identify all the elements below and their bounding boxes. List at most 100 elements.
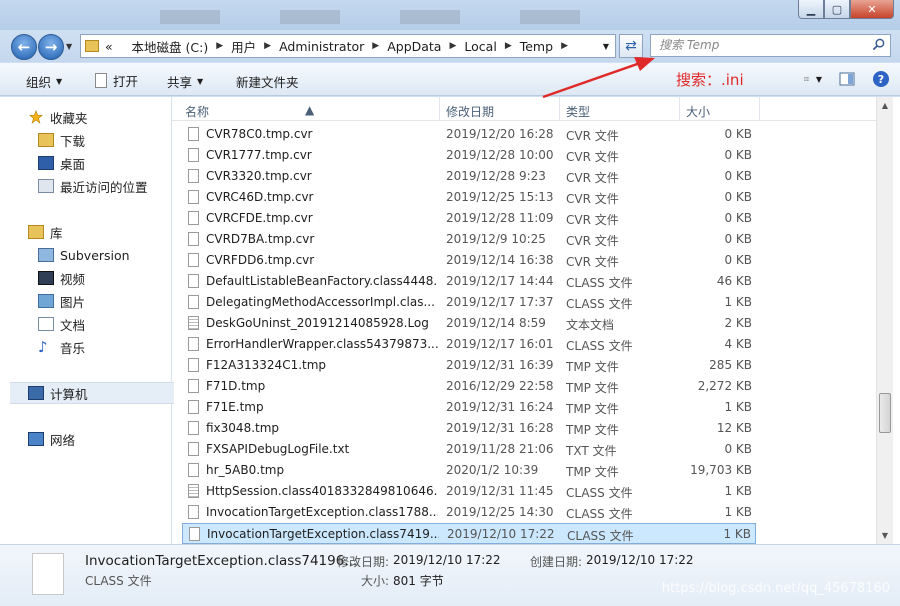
file-row[interactable]: CVRC46D.tmp.cvr 2019/12/25 15:13 CVR 文件 0 K… xyxy=(182,187,756,208)
minimize-button[interactable]: ▁ xyxy=(798,0,824,19)
nav-computer[interactable]: 计算机 xyxy=(10,382,174,404)
view-options-button[interactable]: ▼ xyxy=(804,70,822,88)
column-size[interactable]: 大小 xyxy=(686,103,710,120)
share-button[interactable]: 共享 ▼ xyxy=(167,72,203,91)
file-name: CVR3320.tmp.cvr xyxy=(206,169,312,183)
nav-desktop[interactable]: 桌面 xyxy=(38,152,85,174)
column-divider[interactable] xyxy=(559,97,560,121)
nav-subversion-label: Subversion xyxy=(60,247,130,263)
nav-music-label: 音乐 xyxy=(60,340,86,356)
file-date: 2019/12/9 10:25 xyxy=(446,232,546,246)
forward-button[interactable]: → xyxy=(38,34,64,60)
search-icon[interactable] xyxy=(872,38,885,51)
file-row[interactable]: CVRFDD6.tmp.cvr 2019/12/14 16:38 CVR 文件 0 K… xyxy=(182,250,756,271)
file-row[interactable]: DelegatingMethodAccessorImpl.clas... 2019… xyxy=(182,292,756,313)
nav-recent[interactable]: 最近访问的位置 xyxy=(38,175,148,197)
file-icon xyxy=(188,295,199,309)
file-date: 2019/12/17 16:01 xyxy=(446,337,554,351)
new-folder-button[interactable]: 新建文件夹 xyxy=(236,72,299,91)
file-row[interactable]: F71D.tmp 2016/12/29 22:58 TMP 文件 2,272 KB xyxy=(182,376,756,397)
nav-subversion[interactable]: Subversion xyxy=(38,244,130,266)
column-divider[interactable] xyxy=(679,97,680,121)
column-divider[interactable] xyxy=(439,97,440,121)
scroll-down-button[interactable]: ▼ xyxy=(877,527,893,544)
file-row[interactable]: CVR1777.tmp.cvr 2019/12/28 10:00 CVR 文件 0 K… xyxy=(182,145,756,166)
chevron-right-icon[interactable]: ▶ xyxy=(264,41,271,51)
file-type: CVR 文件 xyxy=(566,255,619,269)
chevron-right-icon[interactable]: ▶ xyxy=(561,41,568,51)
address-history-dropdown[interactable]: ▼ xyxy=(603,42,609,51)
vertical-scrollbar[interactable]: ▲ ▼ xyxy=(876,97,893,544)
breadcrumb-drive[interactable]: 本地磁盘 (C:) xyxy=(132,37,209,56)
file-name: hr_5AB0.tmp xyxy=(206,463,285,477)
file-icon xyxy=(188,169,199,183)
scroll-thumb[interactable] xyxy=(879,393,891,433)
file-row[interactable]: F71E.tmp 2019/12/31 16:24 TMP 文件 1 KB xyxy=(182,397,756,418)
nav-desktop-label: 桌面 xyxy=(60,156,86,172)
file-size: 19,703 KB xyxy=(690,463,752,477)
file-name: InvocationTargetException.class7419... xyxy=(207,527,439,541)
chevron-right-icon[interactable]: ▶ xyxy=(449,41,456,51)
nav-downloads[interactable]: 下载 xyxy=(38,129,85,151)
column-name[interactable]: 名称 xyxy=(185,103,209,120)
nav-favorites[interactable]: 收藏夹 xyxy=(28,106,88,128)
chevron-right-icon[interactable]: ▶ xyxy=(372,41,379,51)
file-row[interactable]: InvocationTargetException.class1788... 20… xyxy=(182,502,756,523)
maximize-button[interactable]: ▢ xyxy=(824,0,850,19)
breadcrumb-appdata[interactable]: AppData xyxy=(387,39,441,54)
file-row[interactable]: CVRD7BA.tmp.cvr 2019/12/9 10:25 CVR 文件 0 KB xyxy=(182,229,756,250)
file-row[interactable]: CVRCFDE.tmp.cvr 2019/12/28 11:09 CVR 文件 0 K… xyxy=(182,208,756,229)
breadcrumb-temp[interactable]: Temp xyxy=(520,39,553,54)
nav-pictures[interactable]: 图片 xyxy=(38,290,85,312)
preview-pane-button[interactable] xyxy=(838,70,856,88)
file-type: CVR 文件 xyxy=(566,129,619,143)
file-row[interactable]: hr_5AB0.tmp 2020/1/2 10:39 TMP 文件 19,703 KB xyxy=(182,460,756,481)
search-input[interactable]: 搜索 Temp xyxy=(650,34,891,57)
file-row[interactable]: DeskGoUninst_20191214085928.Log 2019/12/1… xyxy=(182,313,756,334)
back-button[interactable]: ← xyxy=(11,34,37,60)
file-row[interactable]: FXSAPIDebugLogFile.txt 2019/11/28 21:06 TX… xyxy=(182,439,756,460)
file-type: TMP 文件 xyxy=(566,381,619,395)
breadcrumb-users[interactable]: 用户 xyxy=(231,37,256,56)
file-size: 0 KB xyxy=(724,190,752,204)
column-date[interactable]: 修改日期 xyxy=(446,103,494,120)
chevron-right-icon[interactable]: ▶ xyxy=(505,41,512,51)
file-row[interactable]: ErrorHandlerWrapper.class54379873... 2019… xyxy=(182,334,756,355)
file-row[interactable]: CVR78C0.tmp.cvr 2019/12/20 16:28 CVR 文件 0 K… xyxy=(182,124,756,145)
file-icon xyxy=(188,421,199,435)
recent-pages-dropdown[interactable]: ▼ xyxy=(66,42,72,51)
file-row[interactable]: F12A313324C1.tmp 2019/12/31 16:39 TMP 文件 28… xyxy=(182,355,756,376)
file-date: 2019/12/14 8:59 xyxy=(446,316,546,330)
breadcrumb-local[interactable]: Local xyxy=(464,39,496,54)
open-button[interactable]: 打开 xyxy=(95,71,138,90)
close-button[interactable]: ✕ xyxy=(850,0,894,19)
scroll-up-button[interactable]: ▲ xyxy=(877,97,893,114)
nav-music[interactable]: ♪ 音乐 xyxy=(38,336,85,358)
file-size: 46 KB xyxy=(716,274,752,288)
refresh-button[interactable]: ⇄ xyxy=(619,34,643,58)
address-bar[interactable]: « 本地磁盘 (C:) ▶ 用户 ▶ Administrator ▶ AppData ▶… xyxy=(80,34,616,58)
file-type: TMP 文件 xyxy=(566,423,619,437)
file-icon xyxy=(188,148,199,162)
file-icon xyxy=(189,527,200,541)
desktop-icon xyxy=(38,156,54,170)
help-button[interactable]: ? xyxy=(872,70,890,88)
file-size: 1 KB xyxy=(724,400,752,414)
chevron-right-icon[interactable]: ▶ xyxy=(216,41,223,51)
breadcrumb-administrator[interactable]: Administrator xyxy=(279,39,364,54)
organize-button[interactable]: 组织 ▼ xyxy=(26,72,62,91)
nav-libraries[interactable]: 库 xyxy=(28,221,63,243)
file-row[interactable]: fix3048.tmp 2019/12/31 16:28 TMP 文件 12 KB xyxy=(182,418,756,439)
nav-documents[interactable]: 文档 xyxy=(38,313,85,335)
nav-videos[interactable]: 视频 xyxy=(38,267,85,289)
column-divider[interactable] xyxy=(759,97,760,121)
file-row[interactable]: CVR3320.tmp.cvr 2019/12/28 9:23 CVR 文件 0 KB xyxy=(182,166,756,187)
file-row[interactable]: DefaultListableBeanFactory.class4448... 2… xyxy=(182,271,756,292)
file-row[interactable]: InvocationTargetException.class7419... 20… xyxy=(182,523,756,544)
column-type[interactable]: 类型 xyxy=(566,103,590,120)
file-name: DeskGoUninst_20191214085928.Log xyxy=(206,316,429,330)
file-row[interactable]: HttpSession.class4018332849810646... 2019… xyxy=(182,481,756,502)
breadcrumb-overflow[interactable]: « xyxy=(105,39,113,54)
star-icon xyxy=(29,110,43,124)
nav-network[interactable]: 网络 xyxy=(28,428,75,450)
